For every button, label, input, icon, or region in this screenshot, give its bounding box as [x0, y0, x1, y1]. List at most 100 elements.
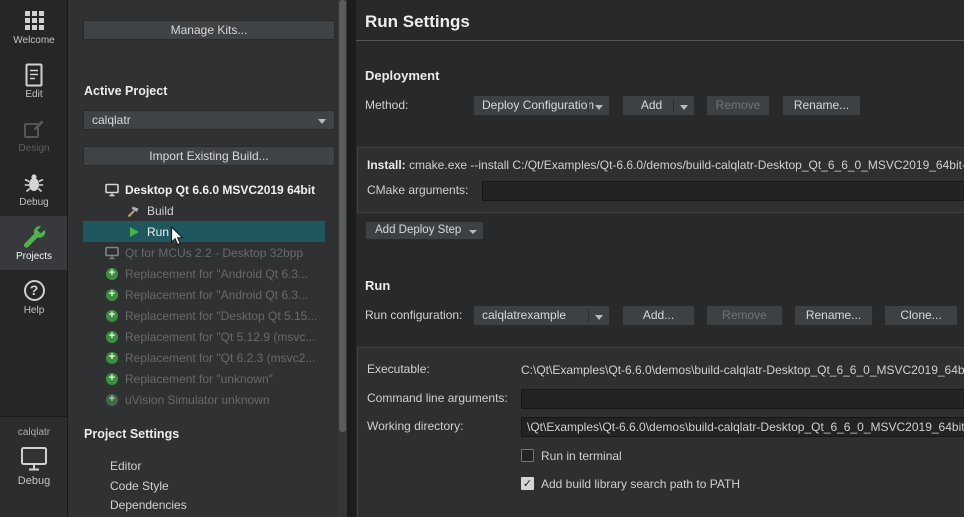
- cmake-arguments-label: CMake arguments:: [367, 180, 468, 201]
- tree-item-kit-desktop[interactable]: Desktop Qt 6.6.0 MSVC2019 64bit: [83, 179, 325, 200]
- checkbox-unchecked-icon: [521, 449, 534, 462]
- design-icon: [0, 115, 68, 142]
- tree-item-label: uVision Simulator unknown: [125, 393, 270, 407]
- working-directory-input[interactable]: [521, 417, 964, 437]
- tree-item-label: Replacement for "Android Qt 6.3...: [125, 267, 308, 281]
- run-rename-button[interactable]: Rename...: [794, 305, 873, 326]
- tree-item-uvision[interactable]: + uVision Simulator unknown: [83, 389, 325, 410]
- project-panel: Manage Kits... Active Project calqlatr I…: [68, 0, 338, 517]
- sidebar-item-projects[interactable]: Projects: [0, 216, 68, 270]
- debug-icon: [0, 169, 68, 196]
- sidebar-item-design: Design: [0, 108, 68, 162]
- deploy-add-button[interactable]: Add: [622, 95, 695, 116]
- tree-item-label: Run: [147, 225, 169, 239]
- hammer-icon: [127, 204, 141, 218]
- panel-scrollbar[interactable]: [338, 0, 347, 517]
- settings-item-dependencies[interactable]: Dependencies: [110, 498, 187, 516]
- help-icon: ?: [0, 277, 68, 304]
- active-project-combo[interactable]: calqlatr: [83, 110, 335, 130]
- run-in-terminal-checkbox[interactable]: Run in terminal: [521, 448, 622, 463]
- sidebar-item-debug[interactable]: Debug: [0, 162, 68, 216]
- install-command-text: Install: cmake.exe --install C:/Qt/Examp…: [367, 155, 964, 175]
- tree-item-label: Qt for MCUs 2.2 - Desktop 32bpp: [125, 246, 303, 260]
- install-command: cmake.exe --install C:/Qt/Examples/Qt-6.…: [409, 158, 964, 172]
- run-clone-button[interactable]: Clone...: [884, 305, 958, 326]
- checkbox-checked-icon: [521, 477, 534, 490]
- executable-value: C:\Qt\Examples\Qt-6.6.0\demos\build-calq…: [521, 360, 964, 380]
- mode-label: Design: [0, 143, 68, 154]
- kit-tree: Desktop Qt 6.6.0 MSVC2019 64bit Build Ru…: [83, 179, 325, 410]
- panel-splitter[interactable]: [347, 0, 356, 517]
- run-header: Run: [365, 278, 390, 293]
- tree-item-build[interactable]: Build: [83, 200, 325, 221]
- mode-label: Projects: [0, 251, 68, 262]
- run-remove-button[interactable]: Remove: [706, 305, 783, 326]
- tree-item-label: Replacement for "Android Qt 6.3...: [125, 288, 308, 302]
- deploy-method-combo[interactable]: Deploy Configuration: [473, 95, 610, 116]
- add-build-library-path-checkbox[interactable]: Add build library search path to PATH: [521, 476, 740, 491]
- plus-icon: +: [105, 330, 119, 344]
- tree-item-run[interactable]: Run: [83, 221, 325, 242]
- sidebar-item-help[interactable]: ? Help: [0, 270, 68, 324]
- run-add-button[interactable]: Add...: [622, 305, 695, 326]
- plus-icon: +: [105, 288, 119, 302]
- mode-label: Debug: [0, 197, 68, 208]
- tree-item-replacement[interactable]: + Replacement for "Qt 5.12.9 (msvc...: [83, 326, 325, 347]
- tree-item-replacement[interactable]: + Replacement for "Desktop Qt 5.15...: [83, 305, 325, 326]
- button-label: Add Deploy Step: [375, 224, 461, 236]
- run-details-box: Executable: C:\Qt\Examples\Qt-6.6.0\demo…: [357, 347, 964, 517]
- tree-item-kit-mcu[interactable]: Qt for MCUs 2.2 - Desktop 32bpp: [83, 242, 325, 263]
- deploy-remove-button[interactable]: Remove: [706, 95, 770, 116]
- settings-item-editor[interactable]: Editor: [110, 459, 141, 477]
- command-line-arguments-label: Command line arguments:: [367, 388, 508, 409]
- command-line-arguments-input[interactable]: [521, 389, 964, 409]
- plus-icon: +: [105, 309, 119, 323]
- wrench-icon: [0, 223, 68, 250]
- tree-item-label: Replacement for "Qt 5.12.9 (msvc...: [125, 330, 315, 344]
- executable-label: Executable:: [367, 359, 430, 380]
- deploy-rename-button[interactable]: Rename...: [782, 95, 861, 116]
- tree-item-label: Replacement for "Qt 6.2.3 (msvc2...: [125, 351, 315, 365]
- play-icon: [127, 225, 141, 239]
- monitor-icon: [105, 246, 119, 260]
- tree-item-replacement[interactable]: + Replacement for "Android Qt 6.3...: [83, 284, 325, 305]
- plus-icon: +: [105, 267, 119, 281]
- welcome-icon: [0, 7, 68, 34]
- target-build-config[interactable]: Debug: [0, 475, 68, 487]
- tree-item-replacement[interactable]: + Replacement for "Qt 6.2.3 (msvc2...: [83, 347, 325, 368]
- page-title: Run Settings: [365, 12, 470, 32]
- button-label: Add: [641, 98, 662, 112]
- plus-icon: +: [105, 351, 119, 365]
- sidebar-item-edit[interactable]: Edit: [0, 54, 68, 108]
- scrollbar-handle[interactable]: [339, 0, 346, 432]
- mode-label: Welcome: [0, 35, 68, 46]
- settings-item-code-style[interactable]: Code Style: [110, 479, 169, 497]
- import-existing-build-button[interactable]: Import Existing Build...: [83, 146, 335, 166]
- title-rule: [356, 40, 964, 41]
- run-configuration-combo[interactable]: calqlatrexample: [473, 305, 610, 326]
- target-project-name: calqlatr: [0, 427, 68, 438]
- tree-item-label: Replacement for "unknown": [125, 372, 273, 386]
- mode-sidebar: Welcome Edit Design Debug Projects ? Hel…: [0, 0, 68, 517]
- plus-icon: +: [105, 372, 119, 386]
- tree-item-replacement[interactable]: + Replacement for "Android Qt 6.3...: [83, 263, 325, 284]
- active-project-header: Active Project: [84, 84, 167, 98]
- deploy-details-box: Install: cmake.exe --install C:/Qt/Examp…: [357, 147, 964, 213]
- manage-kits-button[interactable]: Manage Kits...: [83, 20, 335, 40]
- kit-monitor-icon[interactable]: [0, 444, 68, 474]
- run-settings-page: Run Settings Deployment Method: Deploy C…: [356, 0, 964, 517]
- cmake-arguments-input[interactable]: [482, 181, 964, 201]
- install-label: Install:: [367, 158, 406, 172]
- add-deploy-step-button[interactable]: Add Deploy Step: [365, 221, 484, 240]
- combo-value: Deploy Configuration: [482, 98, 594, 112]
- tree-item-replacement[interactable]: + Replacement for "unknown": [83, 368, 325, 389]
- sidebar-item-welcome[interactable]: Welcome: [0, 0, 68, 54]
- combo-value: calqlatrexample: [482, 308, 566, 322]
- deployment-header: Deployment: [365, 68, 439, 83]
- checkbox-label: Run in terminal: [541, 449, 622, 463]
- tree-item-label: Desktop Qt 6.6.0 MSVC2019 64bit: [125, 183, 315, 197]
- run-configuration-label: Run configuration:: [365, 305, 462, 326]
- project-settings-header: Project Settings: [84, 427, 179, 441]
- tree-item-label: Build: [147, 204, 174, 218]
- mode-label: Edit: [0, 89, 68, 100]
